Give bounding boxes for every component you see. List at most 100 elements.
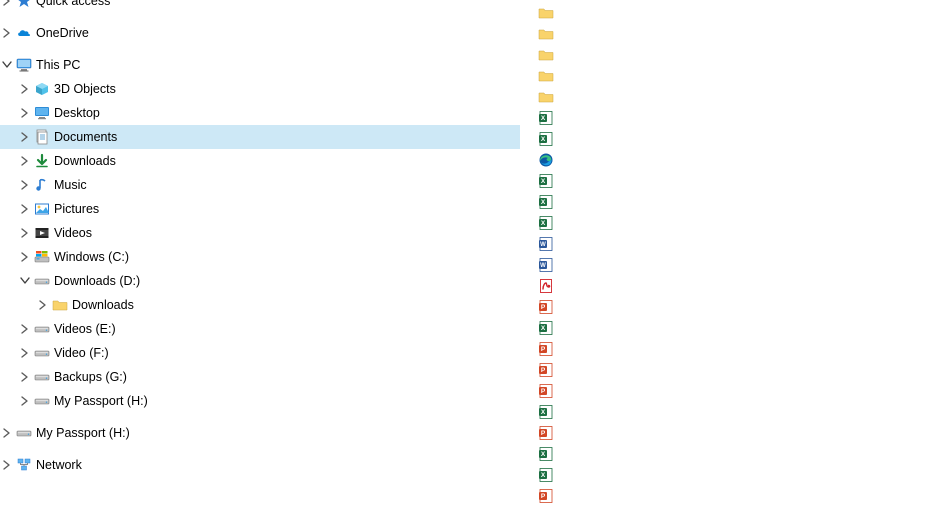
network-icon xyxy=(16,457,32,473)
word-icon xyxy=(538,257,554,273)
tree-item-this-pc[interactable]: This PC xyxy=(0,53,520,77)
drive-icon xyxy=(16,425,32,441)
tree-item-desktop[interactable]: Desktop xyxy=(0,101,520,125)
tree-item-drive-e[interactable]: Videos (E:) xyxy=(0,317,520,341)
tree-label: OneDrive xyxy=(36,26,97,40)
tree-label: Videos (E:) xyxy=(54,322,124,336)
tree-item-pictures[interactable]: Pictures xyxy=(0,197,520,221)
expander-icon[interactable] xyxy=(0,0,14,8)
drive-icon xyxy=(34,273,50,289)
tree-item-3d-objects[interactable]: 3D Objects xyxy=(0,77,520,101)
expander-icon[interactable] xyxy=(36,298,50,312)
list-item[interactable] xyxy=(538,317,948,338)
tree-item-downloads[interactable]: Downloads xyxy=(0,149,520,173)
tree-label: Music xyxy=(54,178,95,192)
tree-item-music[interactable]: Music xyxy=(0,173,520,197)
expander-icon[interactable] xyxy=(18,106,32,120)
list-item[interactable] xyxy=(538,170,948,191)
list-item[interactable] xyxy=(538,275,948,296)
tree-label: This PC xyxy=(36,58,88,72)
list-item[interactable] xyxy=(538,107,948,128)
navigation-pane: Quick access OneDrive This PC 3D Objects xyxy=(0,0,520,529)
list-item[interactable] xyxy=(538,464,948,485)
expander-icon[interactable] xyxy=(18,130,32,144)
pdf-icon xyxy=(538,278,554,294)
tree-label: Quick access xyxy=(36,0,118,8)
list-item[interactable] xyxy=(538,254,948,275)
expander-icon[interactable] xyxy=(18,322,32,336)
drive-icon xyxy=(34,345,50,361)
list-item[interactable] xyxy=(538,191,948,212)
tree-item-videos[interactable]: Videos xyxy=(0,221,520,245)
expander-icon[interactable] xyxy=(0,458,14,472)
tree-item-drive-f[interactable]: Video (F:) xyxy=(0,341,520,365)
drive-icon xyxy=(34,321,50,337)
tree-label: Network xyxy=(36,458,90,472)
list-item[interactable] xyxy=(538,422,948,443)
powerpoint-icon xyxy=(538,299,554,315)
tree-label: Desktop xyxy=(54,106,108,120)
expander-icon[interactable] xyxy=(18,274,32,288)
expander-icon[interactable] xyxy=(18,370,32,384)
expander-icon[interactable] xyxy=(18,178,32,192)
list-item[interactable] xyxy=(538,485,948,506)
this-pc-icon xyxy=(16,57,32,73)
excel-icon xyxy=(538,131,554,147)
tree-item-drive-g[interactable]: Backups (G:) xyxy=(0,365,520,389)
tree-label: Windows (C:) xyxy=(54,250,137,264)
expander-icon[interactable] xyxy=(18,202,32,216)
list-item[interactable] xyxy=(538,23,948,44)
list-item[interactable] xyxy=(538,401,948,422)
tree-item-onedrive[interactable]: OneDrive xyxy=(0,21,520,45)
excel-icon xyxy=(538,110,554,126)
list-item[interactable] xyxy=(538,338,948,359)
expander-icon[interactable] xyxy=(18,394,32,408)
tree-label: 3D Objects xyxy=(54,82,124,96)
list-item[interactable] xyxy=(538,65,948,86)
objects3d-icon xyxy=(34,81,50,97)
folder-icon xyxy=(52,297,68,313)
expander-icon[interactable] xyxy=(18,154,32,168)
tree-label: Pictures xyxy=(54,202,107,216)
onedrive-icon xyxy=(16,25,32,41)
list-item[interactable] xyxy=(538,44,948,65)
tree-item-quick-access[interactable]: Quick access xyxy=(0,0,520,13)
folder-icon xyxy=(538,26,554,42)
music-icon xyxy=(34,177,50,193)
excel-icon xyxy=(538,173,554,189)
windows-drive-icon xyxy=(34,249,50,265)
tree-item-drive-d-downloads[interactable]: Downloads xyxy=(0,293,520,317)
list-item[interactable] xyxy=(538,443,948,464)
list-item[interactable] xyxy=(538,380,948,401)
list-item[interactable] xyxy=(538,2,948,23)
tree-label: My Passport (H:) xyxy=(36,426,138,440)
expander-icon[interactable] xyxy=(18,226,32,240)
expander-icon[interactable] xyxy=(18,82,32,96)
tree-item-network[interactable]: Network xyxy=(0,453,520,477)
list-item[interactable] xyxy=(538,149,948,170)
expander-icon[interactable] xyxy=(18,250,32,264)
list-item[interactable] xyxy=(538,212,948,233)
excel-icon xyxy=(538,215,554,231)
list-item[interactable] xyxy=(538,128,948,149)
expander-icon[interactable] xyxy=(0,426,14,440)
list-item[interactable] xyxy=(538,233,948,254)
tree-item-drive-h[interactable]: My Passport (H:) xyxy=(0,389,520,413)
content-pane xyxy=(520,0,948,529)
documents-icon xyxy=(34,129,50,145)
list-item[interactable] xyxy=(538,359,948,380)
expander-icon[interactable] xyxy=(0,58,14,72)
powerpoint-icon xyxy=(538,362,554,378)
expander-icon[interactable] xyxy=(18,346,32,360)
tree-item-drive-c[interactable]: Windows (C:) xyxy=(0,245,520,269)
expander-icon[interactable] xyxy=(0,26,14,40)
pictures-icon xyxy=(34,201,50,217)
list-item[interactable] xyxy=(538,296,948,317)
excel-icon xyxy=(538,404,554,420)
tree-item-drive-h-root[interactable]: My Passport (H:) xyxy=(0,421,520,445)
folder-icon xyxy=(538,5,554,21)
tree-item-drive-d[interactable]: Downloads (D:) xyxy=(0,269,520,293)
tree-item-documents[interactable]: Documents xyxy=(0,125,520,149)
tree-label: Downloads xyxy=(54,154,124,168)
list-item[interactable] xyxy=(538,86,948,107)
